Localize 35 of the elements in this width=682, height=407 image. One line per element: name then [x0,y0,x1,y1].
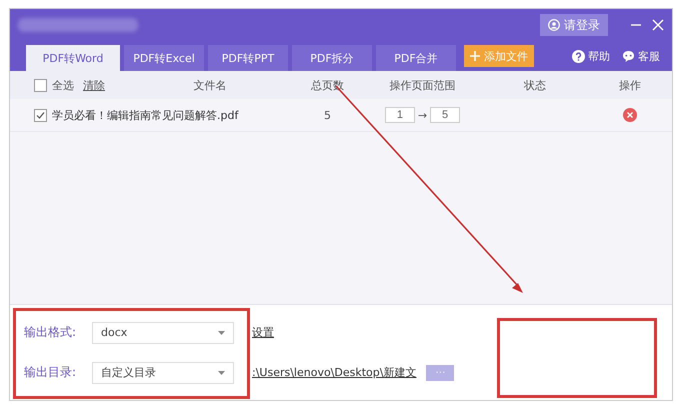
delete-icon[interactable] [623,108,637,122]
output-directory-dropdown[interactable]: 自定义目录 [92,362,234,384]
clear-link[interactable]: 清除 [83,78,105,92]
file-name: 学员必看！编辑指南常见问题解答.pdf [52,108,238,122]
caret-icon [218,370,225,374]
settings-link[interactable]: 设置 [252,325,274,340]
caret-icon [218,330,225,334]
column-header: 操作 [618,78,642,92]
tab[interactable]: PDF拆分 [292,45,372,71]
select-all-checkbox[interactable] [34,78,47,92]
help-icon [572,50,585,62]
range-end-field[interactable]: 5 [430,107,460,123]
range-arrow: → [418,108,428,122]
row-checkbox[interactable] [34,108,47,122]
plus-icon [470,51,480,61]
help-button[interactable]: 帮助 [568,48,614,64]
tab[interactable]: PDF转Excel [124,45,204,71]
column-header: 文件名 [192,78,228,92]
output-directory-label: 输出目录: [24,364,78,381]
range-start-field[interactable]: 1 [384,107,415,123]
output-path-link[interactable]: :\Users\lenovo\Desktop\新建文 [252,365,416,380]
user-icon [548,19,560,31]
output-format-label: 输出格式: [24,324,78,341]
page-count: 5 [323,108,332,122]
customer-service-button[interactable]: 客服 [618,48,664,64]
login-button[interactable]: 请登录 [540,14,608,36]
chat-icon [622,50,635,62]
output-format-dropdown[interactable]: docx [92,322,234,344]
column-header: 操作页面范围 [388,78,456,92]
tab[interactable]: PDF合并 [376,45,456,71]
tab[interactable]: PDF转PPT [208,45,288,71]
select-all-label: 全选 [52,78,74,92]
tab[interactable]: PDF转Word [26,45,120,71]
column-header: 状态 [523,78,547,92]
close-icon[interactable] [652,19,664,31]
